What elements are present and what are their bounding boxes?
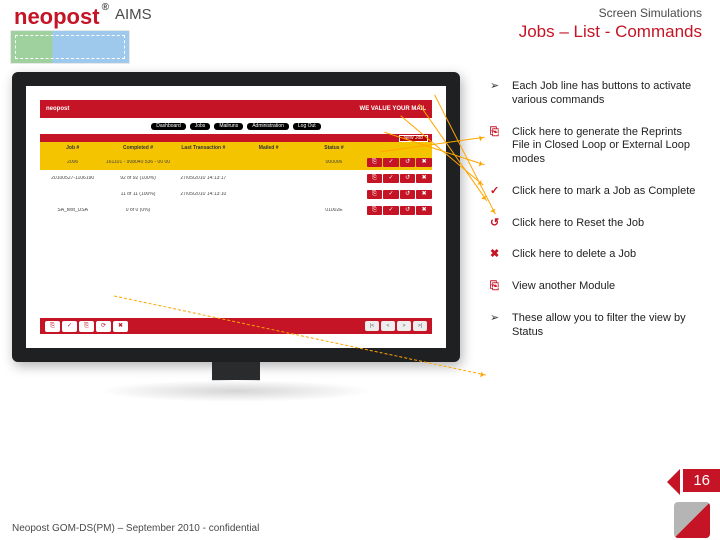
- reprint-button[interactable]: ⎘: [367, 206, 383, 215]
- app-header: neopost WE VALUE YOUR MAIL: [40, 100, 432, 118]
- nav-logout[interactable]: Log Out: [293, 123, 321, 130]
- complete-button[interactable]: ✓: [383, 206, 399, 215]
- reset-button[interactable]: ↺: [400, 174, 416, 183]
- cell-last: 27/05/2010 14:13:17: [171, 176, 236, 181]
- row-commands: ⎘ ✓ ↺ ✖: [367, 206, 432, 215]
- callout-item: ➢ Each Job line has buttons to activate …: [490, 80, 702, 108]
- monitor-bezel: neopost WE VALUE YOUR MAIL Dashboard Job…: [12, 72, 460, 362]
- cell-completed: 0 of 0 (0%): [105, 208, 170, 213]
- col-status[interactable]: Status #: [301, 146, 366, 151]
- complete-icon: ✓: [490, 185, 504, 199]
- cell-last: 27/05/2010 14:13:10: [171, 192, 236, 197]
- footer-text: Neopost GOM-DS(PM) – September 2010 - co…: [12, 523, 259, 534]
- reset-icon: ↺: [490, 217, 504, 231]
- toolbar-band: New Job: [40, 134, 432, 142]
- delete-button[interactable]: ✖: [416, 158, 432, 167]
- complete-button[interactable]: ✓: [383, 174, 399, 183]
- pager: |< < > >|: [365, 321, 427, 331]
- monitor-base: [98, 380, 374, 402]
- table-row[interactable]: 11 of 11 (100%) 27/05/2010 14:13:10 ⎘ ✓ …: [40, 186, 432, 202]
- callout-item: ✓ Click here to mark a Job as Complete: [490, 185, 702, 199]
- delete-button[interactable]: ✖: [416, 174, 432, 183]
- callout-text: Click here to mark a Job as Complete: [512, 185, 695, 199]
- complete-button[interactable]: ✓: [383, 158, 399, 167]
- nav-mailruns[interactable]: Mailruns: [214, 123, 243, 130]
- col-last[interactable]: Last Transaction #: [171, 146, 236, 151]
- filter-chip[interactable]: ⟳: [96, 321, 111, 332]
- cell-job: 2006: [40, 160, 105, 165]
- row-commands: ⎘ ✓ ↺ ✖: [367, 158, 432, 167]
- callout-text: These allow you to filter the view by St…: [512, 312, 702, 340]
- breadcrumb-main: Jobs – List - Commands: [519, 22, 702, 42]
- new-job-button[interactable]: New Job: [399, 135, 428, 142]
- table-row[interactable]: SA_test_USA 0 of 0 (0%) 01002E ⎘ ✓ ↺ ✖: [40, 202, 432, 218]
- module-icon: ⎘: [490, 280, 504, 294]
- cell-job: SA_test_USA: [40, 208, 105, 213]
- callout-text: Click here to delete a Job: [512, 248, 636, 262]
- callout-item: ↺ Click here to Reset the Job: [490, 217, 702, 231]
- callout-item: ✖ Click here to delete a Job: [490, 248, 702, 262]
- col-completed[interactable]: Completed #: [105, 146, 170, 151]
- table-row[interactable]: 2006 161101 - 908040 536 - 00 00 000006 …: [40, 154, 432, 170]
- filter-chip[interactable]: ⎘: [79, 321, 94, 332]
- delete-button[interactable]: ✖: [416, 190, 432, 199]
- app-brand: neopost: [46, 106, 69, 112]
- cell-job: 20100527-1106190: [40, 176, 105, 181]
- callout-item: ⎘ View another Module: [490, 280, 702, 294]
- col-job[interactable]: Job #: [40, 146, 105, 151]
- cell-completed: 92 of 92 (100%): [105, 176, 170, 181]
- table-row[interactable]: 20100527-1106190 92 of 92 (100%) 27/05/2…: [40, 170, 432, 186]
- slide-root: neopost® AIMS Screen Simulations Jobs – …: [0, 0, 720, 540]
- reprint-button[interactable]: ⎘: [367, 174, 383, 183]
- row-commands: ⎘ ✓ ↺ ✖: [367, 174, 432, 183]
- callout-text: Click here to generate the Reprints File…: [512, 126, 702, 167]
- reset-button[interactable]: ↺: [400, 190, 416, 199]
- app-nav: Dashboard Jobs Mailruns Administration L…: [40, 118, 432, 134]
- filter-chip[interactable]: ✓: [62, 321, 77, 332]
- reset-button[interactable]: ↺: [400, 206, 416, 215]
- page-next[interactable]: >: [397, 321, 411, 331]
- delete-button[interactable]: ✖: [416, 206, 432, 215]
- cell-completed: 161101 - 908040 536 - 00 00: [105, 160, 170, 165]
- filter-chip[interactable]: ⎘: [45, 321, 60, 332]
- page-first[interactable]: |<: [365, 321, 379, 331]
- page-number-badge: 16: [683, 469, 720, 492]
- decorative-graphic: [10, 30, 130, 64]
- complete-button[interactable]: ✓: [383, 190, 399, 199]
- page-prev[interactable]: <: [381, 321, 395, 331]
- cell-status: 01002E: [301, 208, 366, 213]
- filter-bar: ⎘ ✓ ⎘ ⟳ ✖ |< < > >|: [40, 318, 432, 334]
- cell-completed: 11 of 11 (100%): [105, 192, 170, 197]
- app-tagline: WE VALUE YOUR MAIL: [360, 106, 426, 112]
- nav-dashboard[interactable]: Dashboard: [151, 123, 185, 130]
- monitor-frame: neopost WE VALUE YOUR MAIL Dashboard Job…: [12, 72, 460, 402]
- page-last[interactable]: >|: [413, 321, 427, 331]
- delete-icon: ✖: [490, 248, 504, 262]
- brand-logo: neopost®: [14, 4, 107, 30]
- callout-text: Click here to Reset the Job: [512, 217, 644, 231]
- nav-jobs[interactable]: Jobs: [190, 123, 211, 130]
- cell-status: 000006: [301, 160, 366, 165]
- reprint-icon: ⎘: [490, 126, 504, 167]
- callout-text: Each Job line has buttons to activate va…: [512, 80, 702, 108]
- filter-chip[interactable]: ✖: [113, 321, 128, 332]
- product-name: AIMS: [115, 6, 152, 23]
- callout-item: ⎘ Click here to generate the Reprints Fi…: [490, 126, 702, 167]
- reprint-button[interactable]: ⎘: [367, 190, 383, 199]
- reprint-button[interactable]: ⎘: [367, 158, 383, 167]
- callout-list: ➢ Each Job line has buttons to activate …: [490, 80, 702, 357]
- table-header: Job # Completed # Last Transaction # Mai…: [40, 142, 432, 154]
- col-mailed[interactable]: Mailed #: [236, 146, 301, 151]
- footer-logo-icon: [674, 502, 710, 538]
- nav-admin[interactable]: Administration: [247, 123, 289, 130]
- callout-text: View another Module: [512, 280, 615, 294]
- chevron-icon: ➢: [490, 80, 504, 108]
- app-screen: neopost WE VALUE YOUR MAIL Dashboard Job…: [40, 100, 432, 334]
- chevron-icon: ➢: [490, 312, 504, 340]
- callout-item: ➢ These allow you to filter the view by …: [490, 312, 702, 340]
- breadcrumb-top: Screen Simulations: [599, 6, 702, 20]
- row-commands: ⎘ ✓ ↺ ✖: [367, 190, 432, 199]
- reset-button[interactable]: ↺: [400, 158, 416, 167]
